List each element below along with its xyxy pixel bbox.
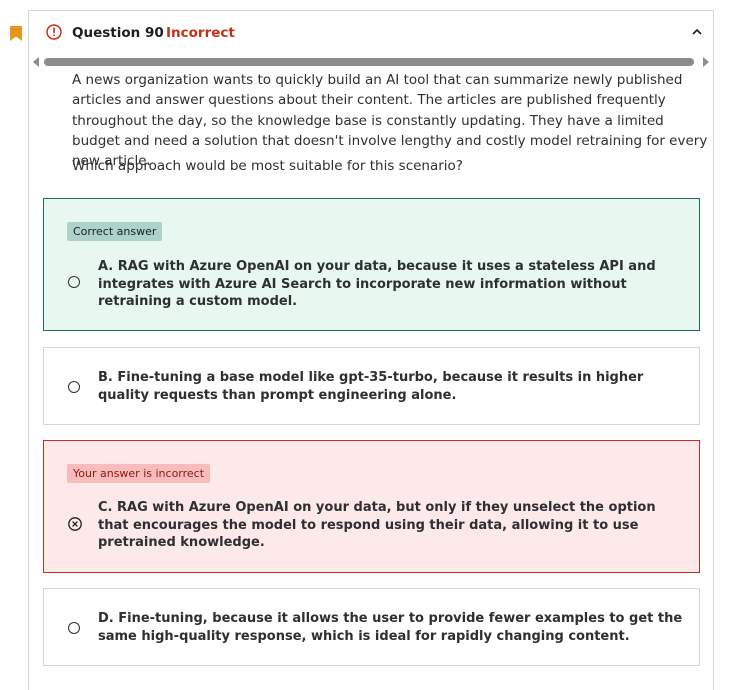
result-status: Incorrect: [166, 25, 235, 41]
answer-option-a[interactable]: Correct answer A. RAG with Azure OpenAI …: [43, 198, 700, 331]
radio-button[interactable]: [68, 381, 80, 393]
option-text: B. Fine-tuning a base model like gpt-35-…: [98, 370, 644, 403]
answer-option-b[interactable]: B. Fine-tuning a base model like gpt-35-…: [43, 347, 700, 425]
answer-option-c[interactable]: Your answer is incorrect C. RAG with Azu…: [43, 440, 700, 573]
option-text: C. RAG with Azure OpenAI on your data, b…: [98, 500, 656, 550]
scroll-right-arrow[interactable]: [703, 57, 709, 67]
scroll-left-arrow[interactable]: [33, 57, 39, 67]
alert-circle-icon: [46, 24, 62, 40]
chevron-up-icon[interactable]: [690, 25, 704, 39]
question-panel: Question 90 Incorrect A news organizatio…: [28, 10, 714, 690]
radio-button[interactable]: [68, 622, 80, 634]
question-prompt: A news organization wants to quickly bui…: [72, 72, 708, 170]
bookmark-icon[interactable]: [10, 26, 22, 41]
option-text: D. Fine-tuning, because it allows the us…: [98, 611, 683, 644]
question-number: Question 90: [72, 25, 164, 41]
question-text: Which approach would be most suitable fo…: [72, 158, 463, 174]
radio-button[interactable]: [68, 276, 80, 288]
correct-answer-badge: Correct answer: [67, 222, 163, 241]
answer-option-d[interactable]: D. Fine-tuning, because it allows the us…: [43, 588, 700, 666]
horizontal-scrollbar[interactable]: [44, 58, 694, 66]
question-header[interactable]: Question 90 Incorrect: [29, 11, 713, 55]
option-text: A. RAG with Azure OpenAI on your data, b…: [98, 259, 656, 309]
selected-wrong-icon[interactable]: [68, 517, 82, 531]
incorrect-answer-badge: Your answer is incorrect: [67, 464, 211, 483]
